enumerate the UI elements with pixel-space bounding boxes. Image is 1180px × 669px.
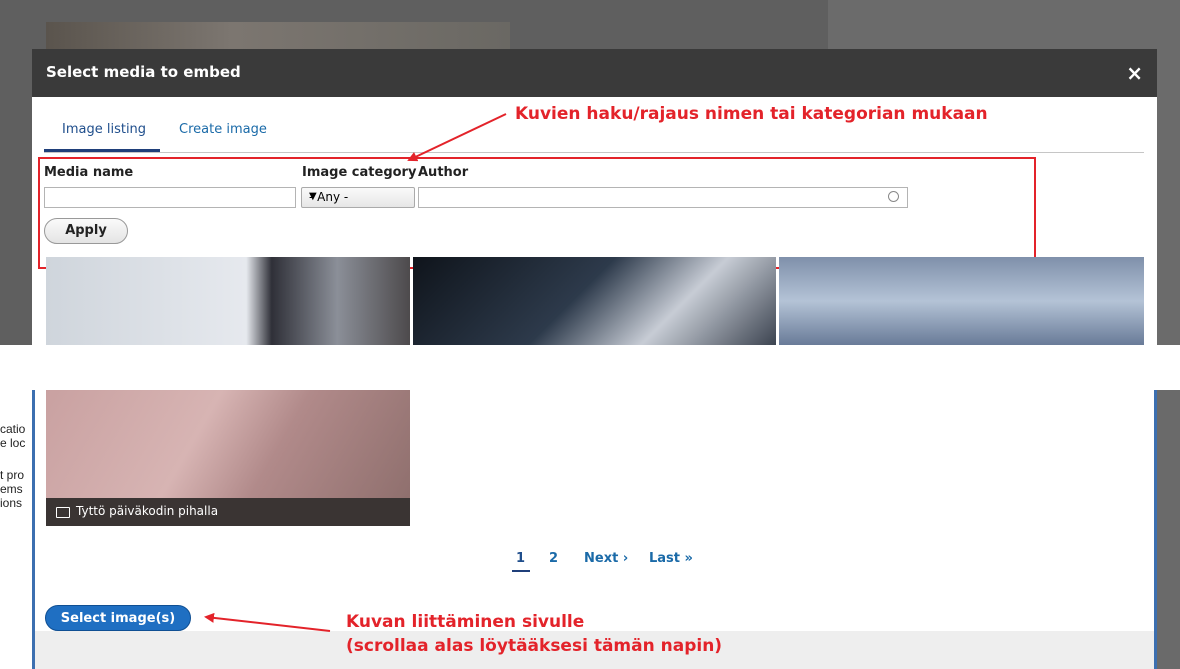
- arrow-to-filters: [407, 113, 507, 162]
- arrow-to-select-button: [204, 612, 331, 632]
- annotation-arrows: [204, 113, 507, 632]
